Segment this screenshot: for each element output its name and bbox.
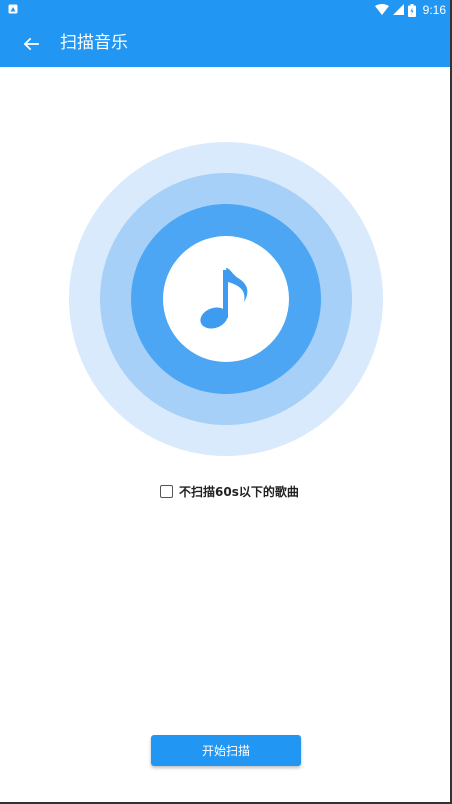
status-icons: 9:16	[374, 2, 446, 18]
center-circle	[163, 236, 289, 362]
battery-icon	[407, 3, 416, 17]
signal-icon	[392, 4, 404, 15]
scan-illustration	[69, 142, 383, 456]
app-bar: 扫描音乐	[0, 20, 452, 67]
skip-short-songs-checkbox[interactable]	[160, 484, 173, 498]
music-note-icon	[200, 268, 248, 329]
notification-icon	[8, 4, 18, 14]
skip-short-songs-label: 不扫描60s以下的歌曲	[179, 484, 299, 499]
arrow-back-icon	[23, 37, 39, 51]
status-bar: 9:16	[0, 0, 452, 20]
start-scan-button[interactable]: 开始扫描	[151, 735, 301, 766]
skip-short-songs-option[interactable]: 不扫描60s以下的歌曲	[160, 482, 299, 500]
page-title: 扫描音乐	[60, 33, 128, 53]
status-time: 9:16	[422, 3, 446, 17]
back-button[interactable]	[18, 31, 44, 57]
wifi-icon	[374, 4, 389, 15]
